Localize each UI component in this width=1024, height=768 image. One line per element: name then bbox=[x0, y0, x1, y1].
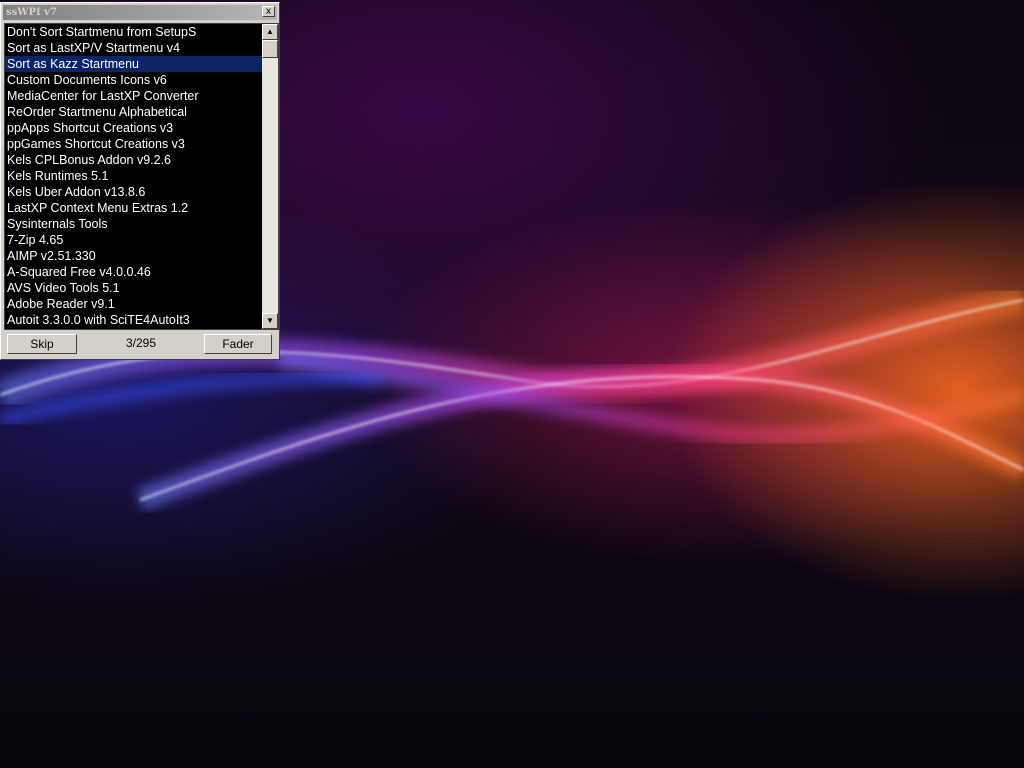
scroll-down-button[interactable]: ▼ bbox=[262, 313, 278, 329]
arrow-up-icon: ▲ bbox=[266, 27, 274, 36]
program-list: Don't Sort Startmenu from SetupS Sort as … bbox=[5, 24, 263, 328]
list-item[interactable]: MediaCenter for LastXP Converter bbox=[5, 88, 263, 104]
close-icon: x bbox=[266, 6, 271, 17]
list-item[interactable]: Custom Documents Icons v6 bbox=[5, 72, 263, 88]
list-item[interactable]: ppApps Shortcut Creations v3 bbox=[5, 120, 263, 136]
list-item[interactable]: ppGames Shortcut Creations v3 bbox=[5, 136, 263, 152]
list-item-selected[interactable]: Sort as Kazz Startmenu bbox=[5, 56, 263, 72]
list-item[interactable]: Kels CPLBonus Addon v9.2.6 bbox=[5, 152, 263, 168]
item-counter: 3/295 bbox=[125, 336, 157, 350]
list-item[interactable]: AVS Video Tools 5.1 bbox=[5, 280, 263, 296]
list-item[interactable]: A-Squared Free v4.0.0.46 bbox=[5, 264, 263, 280]
list-item[interactable]: 7-Zip 4.65 bbox=[5, 232, 263, 248]
scroll-thumb[interactable] bbox=[262, 40, 278, 58]
list-item[interactable]: AIMP v2.51.330 bbox=[5, 248, 263, 264]
fader-button[interactable]: Fader bbox=[204, 334, 272, 354]
list-item[interactable]: ReOrder Startmenu Alphabetical bbox=[5, 104, 263, 120]
arrow-down-icon: ▼ bbox=[266, 316, 274, 325]
list-item[interactable]: LastXP Context Menu Extras 1.2 bbox=[5, 200, 263, 216]
list-item[interactable]: Kels Runtimes 5.1 bbox=[5, 168, 263, 184]
sswpi-window: ssWPI v7 x Don't Sort Startmenu from Set… bbox=[0, 2, 280, 360]
list-item[interactable]: Adobe Reader v9.1 bbox=[5, 296, 263, 312]
list-item[interactable]: Kels Uber Addon v13.8.6 bbox=[5, 184, 263, 200]
list-item[interactable]: Autoit 3.3.0.0 with SciTE4AutoIt3 bbox=[5, 312, 263, 328]
close-button[interactable]: x bbox=[262, 6, 275, 17]
skip-button[interactable]: Skip bbox=[7, 334, 77, 354]
list-item[interactable]: Don't Sort Startmenu from SetupS bbox=[5, 24, 263, 40]
vertical-scrollbar[interactable]: ▲ ▼ bbox=[262, 24, 278, 329]
list-item[interactable]: Sort as LastXP/V Startmenu v4 bbox=[5, 40, 263, 56]
program-listbox[interactable]: Don't Sort Startmenu from SetupS Sort as … bbox=[4, 23, 279, 330]
title-bar[interactable]: ssWPI v7 x bbox=[3, 5, 277, 20]
window-title: ssWPI v7 bbox=[6, 7, 57, 18]
scroll-up-button[interactable]: ▲ bbox=[262, 24, 278, 40]
list-item[interactable]: Sysinternals Tools bbox=[5, 216, 263, 232]
